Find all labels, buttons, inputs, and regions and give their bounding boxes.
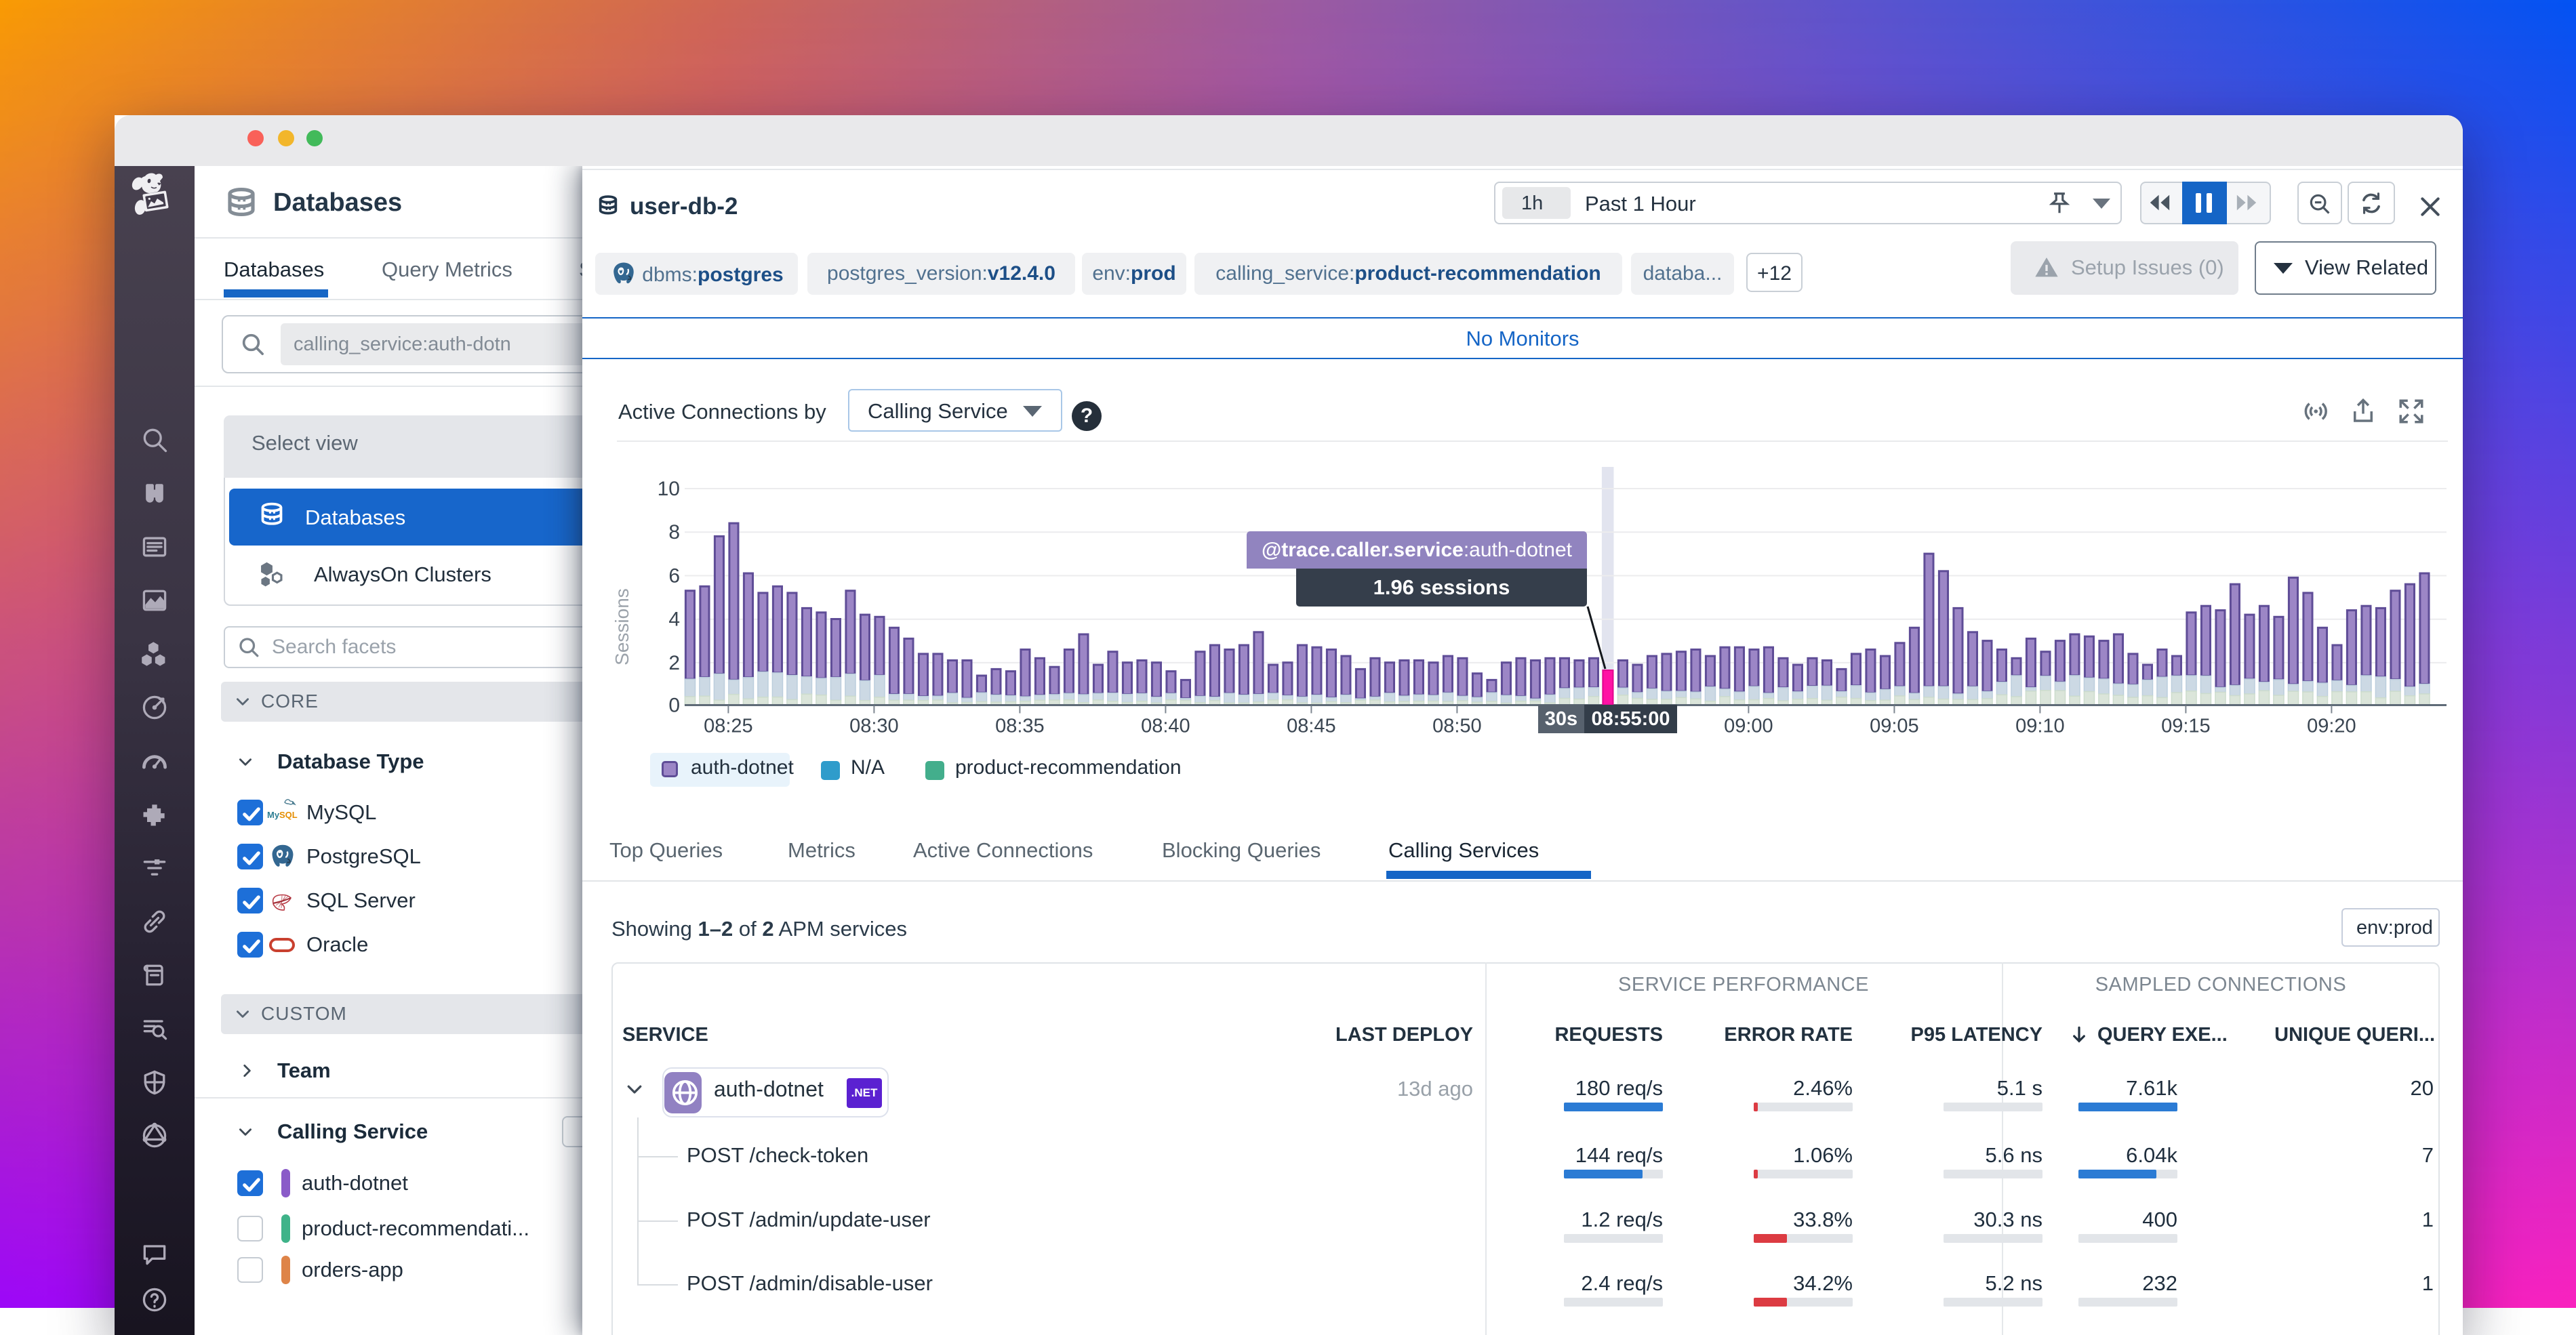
svg-text:Sessions: Sessions [611,588,632,665]
svg-text:8: 8 [668,521,680,543]
svg-text:09:10: 09:10 [2015,716,2065,737]
svg-text:09:00: 09:00 [1724,716,1773,737]
svg-text:09:20: 09:20 [2307,716,2356,737]
svg-text:My: My [267,810,280,820]
svg-text:SQL.: SQL. [279,810,298,820]
svg-text:08:40: 08:40 [1141,716,1190,737]
svg-text:10: 10 [658,478,680,500]
svg-text:09:05: 09:05 [1870,716,1919,737]
svg-text:4: 4 [668,609,680,631]
svg-text:08:45: 08:45 [1287,716,1336,737]
svg-text:08:50: 08:50 [1432,716,1482,737]
svg-text:09:15: 09:15 [2161,716,2211,737]
svg-text:0: 0 [668,695,680,717]
svg-text:08:25: 08:25 [704,716,753,737]
svg-text:08:35: 08:35 [995,716,1045,737]
svg-text:2: 2 [668,652,680,674]
svg-text:6: 6 [668,565,680,588]
svg-text:08:30: 08:30 [849,716,899,737]
